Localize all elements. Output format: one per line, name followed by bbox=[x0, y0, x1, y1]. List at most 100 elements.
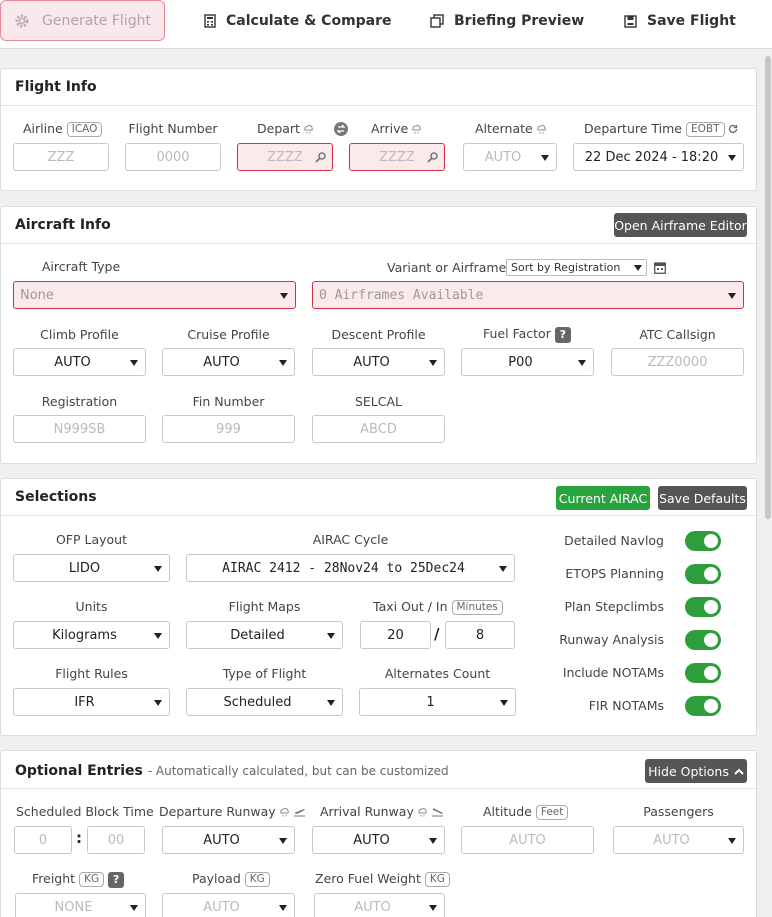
search-icon bbox=[427, 152, 438, 163]
departure-time-label: Departure Time EOBT bbox=[584, 121, 738, 137]
arrive-input[interactable]: ZZZZ bbox=[349, 143, 445, 171]
scrollbar-thumb[interactable] bbox=[765, 56, 771, 519]
type-of-flight-label: Type of Flight bbox=[222, 666, 307, 681]
aircraft-info-title: Aircraft Info bbox=[15, 217, 111, 233]
generate-flight-button[interactable]: Generate Flight bbox=[0, 0, 165, 41]
flight-info-header: Flight Info bbox=[1, 69, 756, 106]
weather-icon bbox=[418, 808, 427, 817]
climb-profile-select[interactable]: AUTO bbox=[13, 348, 146, 376]
sort-by-select[interactable]: Sort by Registration bbox=[506, 259, 647, 276]
freight-select[interactable]: NONE bbox=[15, 893, 146, 917]
etops-planning-label: ETOPS Planning bbox=[565, 566, 664, 581]
passengers-label: Passengers bbox=[643, 804, 714, 819]
flight-number-input[interactable]: 0000 bbox=[125, 143, 221, 171]
optional-entries-header: Optional Entries - Automatically calcula… bbox=[1, 751, 756, 789]
save-defaults-button[interactable]: Save Defaults bbox=[658, 486, 747, 510]
taxi-separator: / bbox=[434, 625, 440, 643]
include-notams-toggle[interactable] bbox=[685, 663, 721, 683]
fir-notams-label: FIR NOTAMs bbox=[588, 698, 664, 713]
kg-tag: KG bbox=[79, 872, 105, 887]
calendar-icon[interactable] bbox=[654, 261, 666, 274]
taxi-in-input[interactable]: 8 bbox=[445, 621, 515, 649]
selections-panel: Selections Current AIRAC Save Defaults O… bbox=[0, 478, 757, 736]
atc-callsign-input[interactable]: ZZZ0000 bbox=[611, 348, 744, 376]
alternates-count-select[interactable]: 1 bbox=[359, 688, 516, 716]
block-hours-input[interactable]: 0 bbox=[14, 826, 72, 854]
payload-select[interactable]: AUTO bbox=[162, 893, 295, 917]
weather-icon bbox=[537, 125, 546, 134]
fin-number-label: Fin Number bbox=[192, 394, 265, 409]
arrive-label: Arrive bbox=[371, 121, 422, 136]
units-label: Units bbox=[75, 599, 108, 614]
calculate-compare-button[interactable]: Calculate & Compare bbox=[204, 0, 392, 42]
units-select[interactable]: Kilograms bbox=[13, 621, 170, 649]
runway-analysis-toggle[interactable] bbox=[685, 630, 721, 650]
zero-fuel-weight-label: Zero Fuel Weight KG bbox=[315, 871, 450, 887]
plane-takeoff-icon bbox=[293, 809, 305, 817]
climb-profile-label: Climb Profile bbox=[40, 327, 119, 342]
cruise-profile-select[interactable]: AUTO bbox=[162, 348, 295, 376]
flight-rules-select[interactable]: IFR bbox=[13, 688, 170, 716]
taxi-out-input[interactable]: 20 bbox=[360, 621, 431, 649]
variant-select[interactable]: 0 Airframes Available bbox=[312, 281, 744, 309]
flight-number-label: Flight Number bbox=[128, 121, 218, 136]
flight-info-title: Flight Info bbox=[15, 79, 97, 95]
plan-stepclimbs-toggle[interactable] bbox=[685, 597, 721, 617]
fir-notams-toggle[interactable] bbox=[685, 696, 721, 716]
arrival-runway-select[interactable]: AUTO bbox=[312, 826, 445, 854]
aircraft-type-select[interactable]: None bbox=[13, 281, 296, 309]
cruise-profile-label: Cruise Profile bbox=[187, 327, 270, 342]
save-flight-button[interactable]: Save Flight bbox=[624, 0, 736, 42]
detailed-navlog-toggle[interactable] bbox=[685, 531, 721, 551]
help-icon[interactable]: ? bbox=[108, 872, 125, 888]
open-airframe-editor-button[interactable]: Open Airframe Editor bbox=[614, 213, 747, 237]
registration-input[interactable]: N999SB bbox=[13, 415, 146, 443]
fin-number-input[interactable]: 999 bbox=[162, 415, 295, 443]
altitude-input[interactable]: AUTO bbox=[461, 826, 594, 854]
selcal-input[interactable]: ABCD bbox=[312, 415, 445, 443]
block-minutes-input[interactable]: 00 bbox=[87, 826, 145, 854]
hide-options-button[interactable]: Hide Options bbox=[645, 759, 747, 783]
airline-label: Airline ICAO bbox=[23, 121, 103, 137]
descent-profile-select[interactable]: AUTO bbox=[312, 348, 445, 376]
briefing-preview-label: Briefing Preview bbox=[454, 13, 585, 29]
descent-profile-label: Descent Profile bbox=[331, 327, 426, 342]
briefing-preview-button[interactable]: Briefing Preview bbox=[430, 0, 584, 42]
depart-placeholder: ZZZZ bbox=[267, 149, 303, 165]
save-flight-label: Save Flight bbox=[647, 13, 736, 29]
flight-maps-select[interactable]: Detailed bbox=[186, 621, 343, 649]
airline-input[interactable]: ZZZ bbox=[13, 143, 109, 171]
depart-input[interactable]: ZZZZ bbox=[237, 143, 333, 171]
refresh-icon[interactable] bbox=[728, 124, 738, 134]
airac-cycle-label: AIRAC Cycle bbox=[312, 532, 389, 547]
feet-tag: Feet bbox=[535, 805, 569, 820]
selections-header: Selections Current AIRAC Save Defaults bbox=[1, 479, 756, 516]
plan-stepclimbs-label: Plan Stepclimbs bbox=[564, 599, 664, 614]
current-airac-button[interactable]: Current AIRAC bbox=[556, 486, 650, 510]
flight-info-panel: Flight Info Airline ICAO ZZZ Flight Numbe… bbox=[0, 68, 757, 191]
optional-entries-title: Optional Entries - Automatically calcula… bbox=[15, 763, 449, 779]
atc-callsign-label: ATC Callsign bbox=[639, 327, 716, 342]
kg-tag: KG bbox=[244, 872, 270, 887]
help-icon[interactable]: ? bbox=[554, 327, 571, 343]
departure-time-select[interactable]: 22 Dec 2024 - 18:20 bbox=[573, 143, 744, 171]
alternates-count-label: Alternates Count bbox=[384, 666, 491, 681]
taxi-label: Taxi Out / In Minutes bbox=[373, 599, 503, 615]
variant-label: Variant or Airframe bbox=[387, 260, 507, 275]
departure-runway-select[interactable]: AUTO bbox=[162, 826, 295, 854]
swap-airports-icon[interactable] bbox=[334, 122, 348, 136]
type-of-flight-select[interactable]: Scheduled bbox=[186, 688, 343, 716]
generate-flight-label: Generate Flight bbox=[42, 12, 151, 29]
zero-fuel-weight-select[interactable]: AUTO bbox=[314, 893, 445, 917]
alternate-select[interactable]: AUTO bbox=[463, 143, 557, 171]
airac-cycle-select[interactable]: AIRAC 2412 - 28Nov24 to 25Dec24 bbox=[186, 554, 515, 582]
ofp-layout-select[interactable]: LIDO bbox=[13, 554, 170, 582]
passengers-select[interactable]: AUTO bbox=[613, 826, 744, 854]
fuel-factor-select[interactable]: P00 bbox=[461, 348, 594, 376]
etops-planning-toggle[interactable] bbox=[685, 564, 721, 584]
eobt-tag: EOBT bbox=[686, 122, 725, 137]
weather-icon bbox=[304, 125, 313, 134]
departure-runway-label: Departure Runway bbox=[159, 804, 306, 819]
runway-analysis-label: Runway Analysis bbox=[559, 632, 664, 647]
calculate-compare-label: Calculate & Compare bbox=[226, 13, 392, 29]
